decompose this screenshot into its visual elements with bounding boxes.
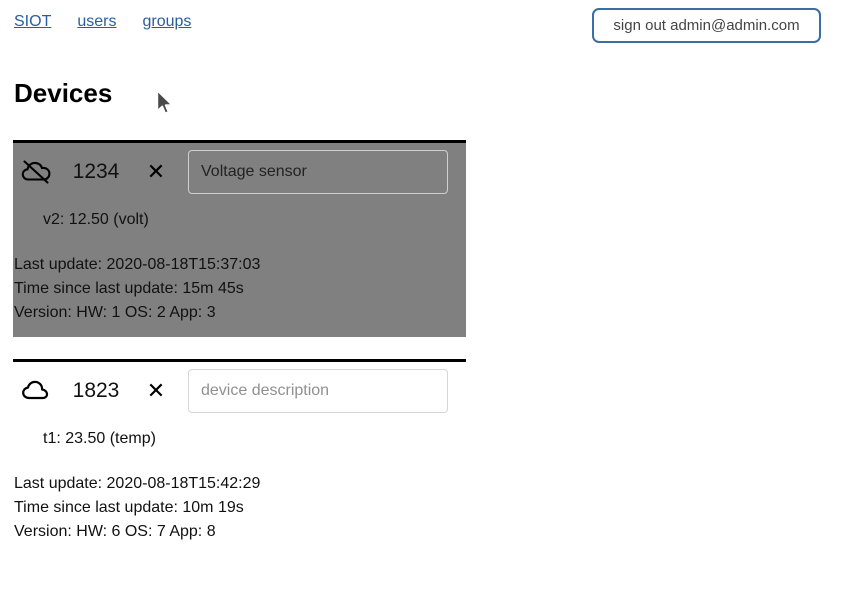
device-version: Version: HW: 1 OS: 2 App: 3 xyxy=(14,304,216,321)
delete-device-button[interactable]: ✕ xyxy=(139,157,173,187)
device-card-1234[interactable]: 1234 ✕ v2: 12.50 (volt) Last update: 202… xyxy=(13,140,466,337)
device-header-row: 1234 ✕ xyxy=(13,143,466,201)
device-point: t1: 23.50 (temp) xyxy=(43,430,156,447)
device-last-update: Last update: 2020-08-18T15:42:29 xyxy=(14,475,261,492)
device-last-update: Last update: 2020-08-18T15:37:03 xyxy=(14,256,261,273)
device-points: v2: 12.50 (volt) xyxy=(13,201,466,233)
device-meta: Last update: 2020-08-18T15:42:29 Time si… xyxy=(13,452,466,544)
cloud-off-icon[interactable] xyxy=(19,157,53,187)
device-meta: Last update: 2020-08-18T15:37:03 Time si… xyxy=(13,233,466,325)
nav-links: SIOT users groups xyxy=(14,13,191,31)
device-description-input[interactable] xyxy=(188,150,448,194)
top-navigation-bar: SIOT users groups sign out admin@admin.c… xyxy=(0,0,844,50)
device-points: t1: 23.50 (temp) xyxy=(13,420,466,452)
device-version: Version: HW: 6 OS: 7 App: 8 xyxy=(14,523,216,540)
mouse-cursor xyxy=(156,90,174,116)
delete-device-button[interactable]: ✕ xyxy=(139,376,173,406)
device-header-row: 1823 ✕ xyxy=(13,362,466,420)
cloud-icon[interactable] xyxy=(19,376,53,406)
device-description-input[interactable] xyxy=(188,369,448,413)
sign-out-button[interactable]: sign out admin@admin.com xyxy=(592,8,821,43)
device-list: 1234 ✕ v2: 12.50 (volt) Last update: 202… xyxy=(13,140,466,578)
device-time-since-update: Time since last update: 15m 45s xyxy=(14,280,244,297)
nav-link-users[interactable]: users xyxy=(77,13,116,31)
nav-link-siot[interactable]: SIOT xyxy=(14,13,51,31)
device-point: v2: 12.50 (volt) xyxy=(43,211,149,228)
device-id: 1234 xyxy=(72,160,120,183)
device-id: 1823 xyxy=(72,379,120,402)
device-time-since-update: Time since last update: 10m 19s xyxy=(14,499,244,516)
nav-link-groups[interactable]: groups xyxy=(142,13,191,31)
page-title: Devices xyxy=(14,78,113,108)
device-card-1823[interactable]: 1823 ✕ t1: 23.50 (temp) Last update: 202… xyxy=(13,359,466,556)
